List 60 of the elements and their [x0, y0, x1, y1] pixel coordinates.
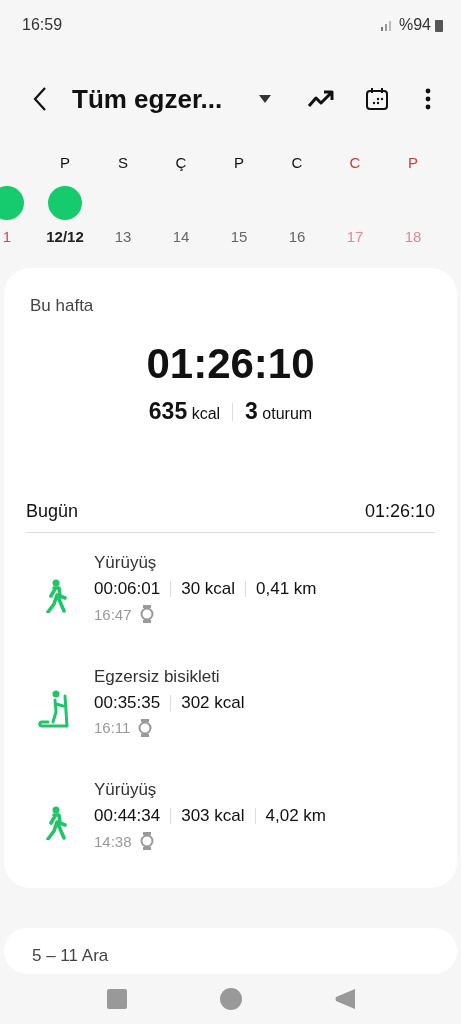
date-label[interactable]: 12/12: [46, 228, 84, 245]
workout-name[interactable]: Yürüyüş: [94, 553, 317, 573]
section-label: Bu hafta: [30, 296, 94, 316]
day-item[interactable]: P 18: [384, 148, 442, 268]
workout-stat: 00:06:01: [94, 579, 161, 599]
total-duration: 01:26:10: [146, 340, 315, 388]
date-label[interactable]: 1: [2, 228, 12, 245]
section-label: Bugün: [26, 501, 79, 522]
date-label[interactable]: 16: [288, 228, 306, 245]
weekday-label: P: [234, 153, 244, 173]
battery-level: %94: [398, 16, 431, 34]
date-label[interactable]: 14: [172, 228, 190, 245]
workout-stat: 30 kcal: [181, 579, 236, 599]
clock: 16:59: [22, 16, 63, 34]
kcal-total: 635 kcal: [148, 398, 221, 425]
recents-icon[interactable]: [106, 989, 127, 1009]
calendar-icon[interactable]: [365, 87, 389, 111]
workout-stat: 00:44:34: [94, 806, 161, 827]
start-time: 16:47: [94, 605, 132, 623]
day-item[interactable]: Ç 14: [152, 148, 210, 268]
watch-icon: [139, 605, 154, 623]
day-item[interactable]: S 13: [94, 148, 152, 268]
start-time: 14:38: [94, 832, 132, 850]
home-icon[interactable]: [219, 988, 242, 1010]
workout-stat: 00:35:35: [94, 692, 161, 713]
section-label: 5 – 11 Ara: [32, 946, 109, 965]
weekday-label: Ç: [175, 153, 187, 173]
walking-icon: [45, 579, 67, 613]
session-count: 3 oturum: [245, 398, 313, 425]
weekday-label: C: [349, 153, 361, 173]
day-item[interactable]: 1: [0, 148, 36, 268]
date-label[interactable]: 13: [114, 228, 132, 245]
watch-icon: [139, 832, 154, 851]
weekday-label: P: [408, 153, 418, 173]
page-title[interactable]: Tüm egzer...: [72, 83, 259, 115]
day-item[interactable]: P 12/12: [36, 148, 94, 268]
weekday-label: P: [60, 153, 70, 173]
weekday-label: C: [291, 153, 303, 173]
battery-icon: [435, 18, 443, 32]
day-item[interactable]: C 17: [326, 148, 384, 268]
trend-icon[interactable]: [307, 89, 335, 109]
weekday-label: S: [118, 153, 128, 173]
day-item[interactable]: C 16: [268, 148, 326, 268]
workout-stat: 4,02 km: [265, 806, 326, 827]
back-icon[interactable]: [32, 86, 48, 112]
more-icon[interactable]: [425, 88, 431, 110]
start-time: 16:11: [94, 719, 131, 737]
walking-icon: [45, 806, 67, 841]
workout-name[interactable]: Egzersiz bisikleti: [94, 666, 245, 687]
watch-icon: [138, 718, 153, 737]
activity-dot: [48, 186, 82, 220]
dropdown-icon[interactable]: [259, 95, 271, 103]
day-item[interactable]: P 15: [210, 148, 268, 268]
workout-stat: 302 kcal: [181, 692, 245, 713]
day-total: 01:26:10: [364, 501, 435, 522]
workout-stat: 303 kcal: [181, 806, 245, 827]
date-label[interactable]: 15: [230, 228, 248, 245]
workout-stat: 0,41 km: [256, 579, 317, 599]
workout-name[interactable]: Yürüyüş: [94, 780, 326, 801]
activity-dot: [0, 186, 24, 220]
